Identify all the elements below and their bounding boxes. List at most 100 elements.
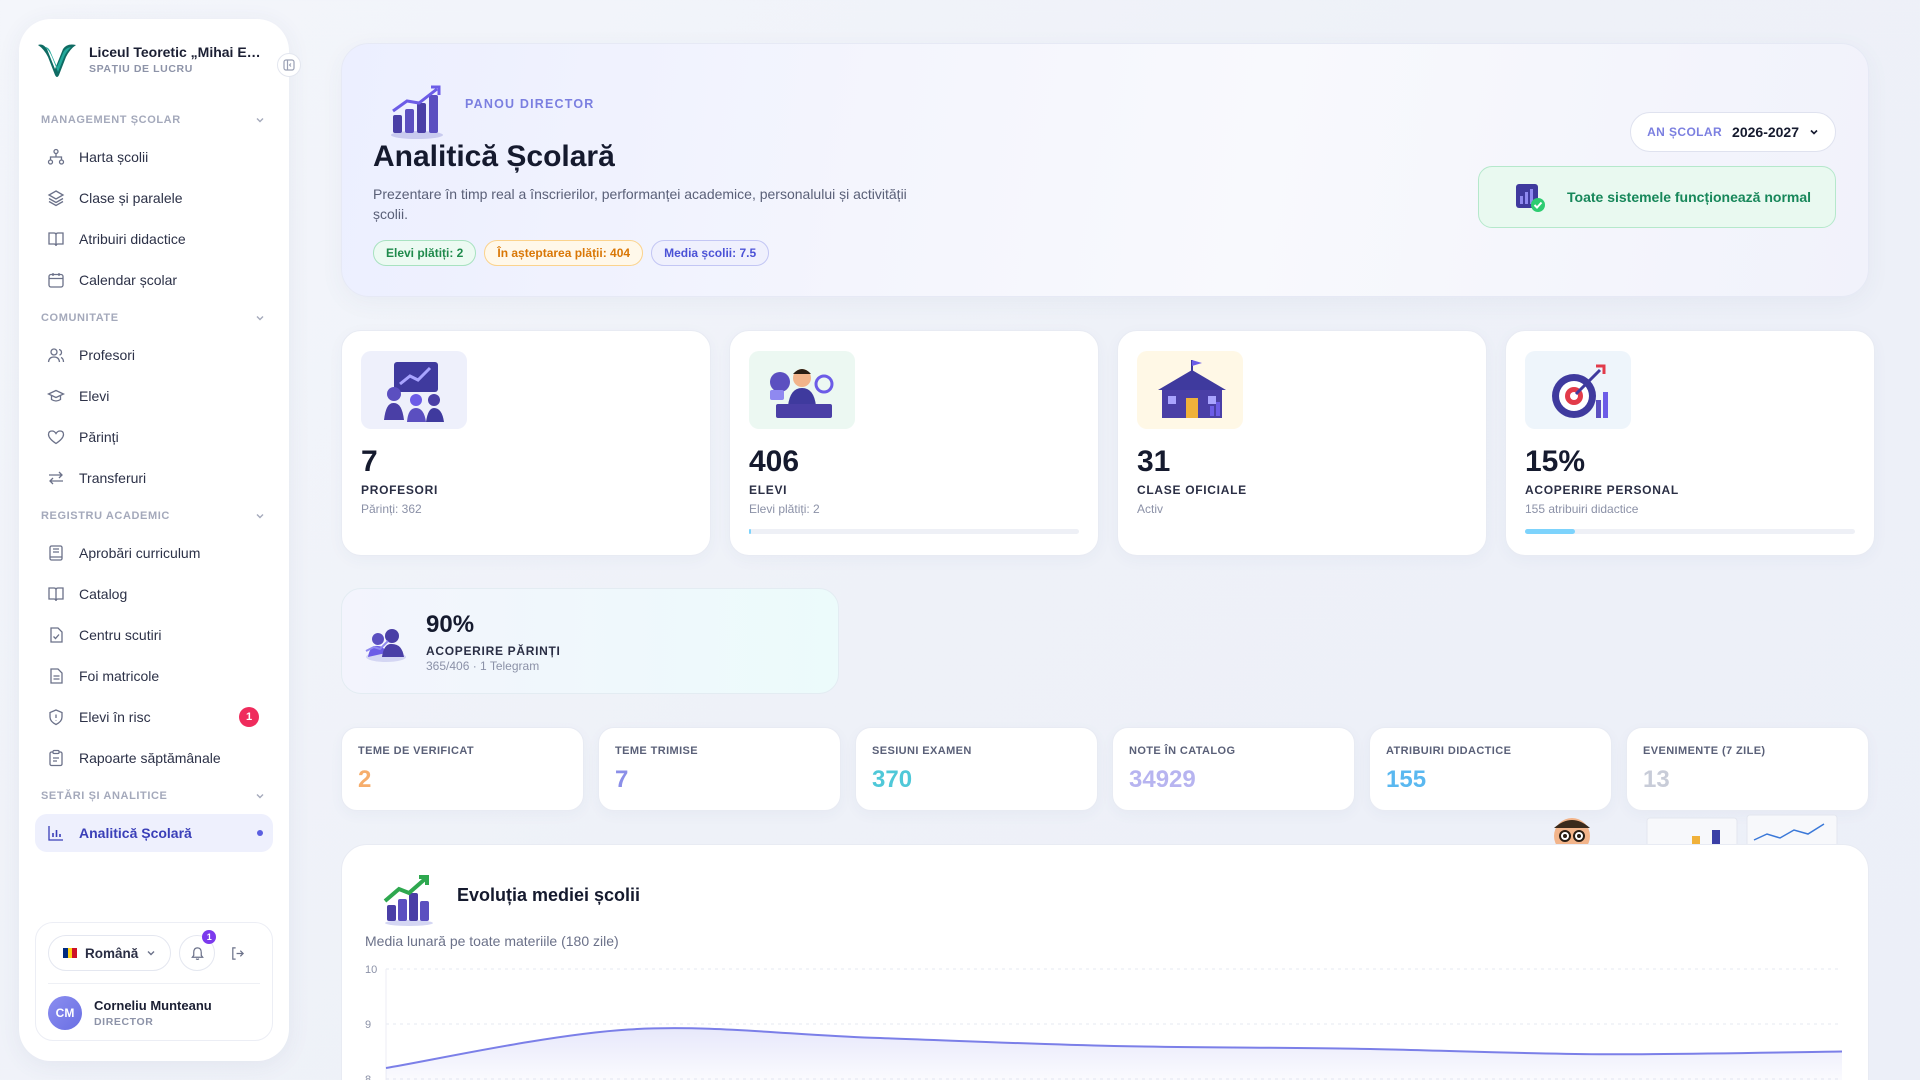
student-desk-icon	[770, 369, 834, 418]
active-indicator	[257, 830, 263, 836]
chart-subtitle: Media lunară pe toate materiile (180 zil…	[365, 933, 619, 949]
chart-title: Evoluția mediei școlii	[457, 885, 641, 905]
parents-coverage-sub: 365/406 · 1 Telegram	[426, 659, 540, 673]
bar-chart-icon	[48, 826, 63, 841]
sidebar-item-label: Transferuri	[79, 470, 147, 486]
mini-stat-card[interactable]: NOTE ÎN CATALOG 34929	[1112, 727, 1355, 811]
school-building-icon	[1158, 360, 1226, 418]
stat-card[interactable]: 15% ACOPERIRE PERSONAL 155 atribuiri did…	[1505, 330, 1875, 556]
stat-progress-fill	[749, 529, 751, 534]
mini-stat-value: 7	[615, 766, 629, 793]
nav-section-header[interactable]: COMUNITATE	[35, 303, 273, 333]
nav-section-header[interactable]: REGISTRU ACADEMIC	[35, 501, 273, 531]
chevron-down-icon	[1810, 129, 1818, 135]
sidebar-item[interactable]: Aprobări curriculum	[35, 534, 273, 572]
mini-stat-card[interactable]: SESIUNI EXAMEN 370	[855, 727, 1098, 811]
school-year-selector[interactable]: AN ȘCOLAR 2026-2027	[1630, 112, 1836, 152]
mini-stat-label: SESIUNI EXAMEN	[872, 745, 972, 757]
sidebar-item[interactable]: Elevi	[35, 377, 273, 415]
page-title: Analitică Școlară	[373, 140, 615, 173]
y-tick-label: 10	[365, 964, 377, 976]
stat-card[interactable]: 406 ELEVI Elevi plătiți: 2	[729, 330, 1099, 556]
nav-section-header[interactable]: SETĂRI ȘI ANALITICE	[35, 781, 273, 811]
stat-progress-bar	[1525, 529, 1855, 534]
user-profile[interactable]: CM Corneliu Munteanu DIRECTOR	[48, 983, 260, 1030]
sidebar-header: Liceul Teoretic „Mihai Emi... SPAȚIU DE …	[19, 19, 301, 95]
collapse-sidebar-button[interactable]	[277, 53, 301, 77]
sidebar-item[interactable]: Părinți	[35, 418, 273, 456]
sidebar-item[interactable]: Centru scutiri	[35, 616, 273, 654]
document-icon	[50, 668, 63, 684]
chevron-down-icon	[256, 118, 264, 123]
flag-icon	[63, 948, 78, 958]
trend-up-chart-icon	[383, 875, 433, 926]
stat-icon-tile	[1137, 351, 1243, 429]
shield-icon	[49, 709, 63, 726]
stat-value: 406	[749, 445, 800, 478]
chevron-down-icon	[147, 951, 155, 956]
logout-button[interactable]	[223, 935, 251, 971]
stat-label: PROFESORI	[361, 483, 438, 497]
sidebar-nav: MANAGEMENT ȘCOLAR Harta școlii Clase și pa…	[19, 95, 289, 914]
book-open-icon	[48, 587, 64, 602]
dashboard-header: PANOU DIRECTOR Analitică Școlară Prezent…	[341, 43, 1869, 297]
mini-stat-value: 13	[1643, 766, 1670, 793]
sidebar-footer: Română 1 CM Corneliu Munteanu DIRECTOR	[35, 922, 273, 1041]
system-ok-icon	[1516, 184, 1545, 212]
book-icon	[49, 545, 63, 561]
parents-coverage-card[interactable]: 90% ACOPERIRE PĂRINȚI 365/406 · 1 Telegr…	[341, 588, 839, 694]
stat-value: 7	[361, 445, 378, 478]
nav-section-title: COMUNITATE	[41, 312, 119, 324]
sidebar-item[interactable]: Atribuiri didactice	[35, 220, 273, 258]
nav-section-title: REGISTRU ACADEMIC	[41, 510, 170, 522]
sidebar-item-label: Părinți	[79, 429, 119, 445]
sidebar-item[interactable]: Analitică Școlară	[35, 814, 273, 852]
nav-section-header[interactable]: MANAGEMENT ȘCOLAR	[35, 105, 273, 135]
sidebar-item[interactable]: Elevi în risc 1	[35, 698, 273, 736]
language-label: Română	[85, 945, 139, 961]
school-year-label: AN ȘCOLAR	[1647, 125, 1723, 139]
nav-section-title: MANAGEMENT ȘCOLAR	[41, 114, 181, 126]
stat-value: 31	[1137, 445, 1171, 478]
sidebar: Liceul Teoretic „Mihai Emi... SPAȚIU DE …	[19, 19, 301, 1061]
sidebar-item[interactable]: Clase și paralele	[35, 179, 273, 217]
stat-card[interactable]: 7 PROFESORI Părinți: 362	[341, 330, 711, 556]
language-selector[interactable]: Română	[48, 935, 172, 971]
sidebar-item[interactable]: Catalog	[35, 575, 273, 613]
heart-icon	[47, 430, 65, 445]
mini-stat-card[interactable]: ATRIBUIRI DIDACTICE 155	[1369, 727, 1612, 811]
calendar-icon	[48, 273, 64, 288]
risk-count-badge: 1	[239, 707, 259, 727]
notifications-button[interactable]: 1	[179, 930, 217, 971]
sidebar-item[interactable]: Transferuri	[35, 459, 273, 497]
sidebar-item[interactable]: Harta școlii	[35, 138, 273, 176]
mini-stat-label: TEME DE VERIFICAT	[358, 745, 474, 757]
system-status: Toate sistemele funcționează normal	[1478, 166, 1836, 228]
document-check-icon	[50, 627, 63, 643]
stat-subtext: Activ	[1137, 502, 1164, 516]
page-description: Prezentare în timp real a înscrierilor, …	[373, 186, 907, 222]
collapse-icon	[283, 59, 295, 71]
mini-stat-label: EVENIMENTE (7 ZILE)	[1643, 745, 1766, 757]
user-role: DIRECTOR	[94, 1016, 154, 1028]
mini-stat-card[interactable]: TEME TRIMISE 7	[598, 727, 841, 811]
stat-card[interactable]: 31 CLASE OFICIALE Activ	[1117, 330, 1487, 556]
sidebar-item[interactable]: Calendar școlar	[35, 261, 273, 299]
bell-icon	[190, 946, 204, 960]
school-logo-icon[interactable]	[35, 37, 79, 81]
system-status-text: Toate sistemele funcționează normal	[1567, 189, 1812, 205]
sidebar-item-label: Elevi în risc	[79, 709, 151, 725]
clipboard-icon	[49, 749, 63, 767]
sidebar-item[interactable]: Profesori	[35, 336, 273, 374]
graduation-cap-icon	[47, 389, 65, 402]
sidebar-item[interactable]: Foi matricole	[35, 657, 273, 695]
chevron-down-icon	[256, 316, 264, 321]
sidebar-item[interactable]: Rapoarte săptămânale	[35, 739, 273, 777]
parents-coverage-label: ACOPERIRE PĂRINȚI	[426, 644, 561, 658]
mini-stat-card[interactable]: EVENIMENTE (7 ZILE) 13	[1626, 727, 1869, 811]
stat-subtext: 155 atribuiri didactice	[1525, 502, 1639, 516]
user-name: Corneliu Munteanu	[94, 998, 212, 1013]
stat-icon-tile	[749, 351, 855, 429]
mini-stat-card[interactable]: TEME DE VERIFICAT 2	[341, 727, 584, 811]
stat-icon-tile	[361, 351, 467, 429]
